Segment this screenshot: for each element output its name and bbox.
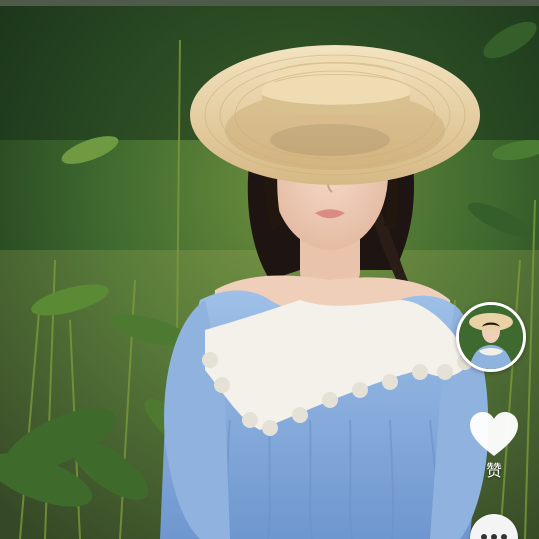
screen: 赞 [0,0,539,539]
dot [481,534,487,539]
more-dots-icon [481,534,507,539]
like-label: 赞 [485,461,502,480]
main-photo[interactable] [0,0,539,539]
hat-face-shadow [270,124,390,156]
author-avatar[interactable] [456,302,526,372]
heart-icon [470,412,518,456]
avatar-icon [459,305,523,369]
dot [491,534,497,539]
dot [501,534,507,539]
status-strip [0,0,539,6]
like-button[interactable] [468,410,520,458]
